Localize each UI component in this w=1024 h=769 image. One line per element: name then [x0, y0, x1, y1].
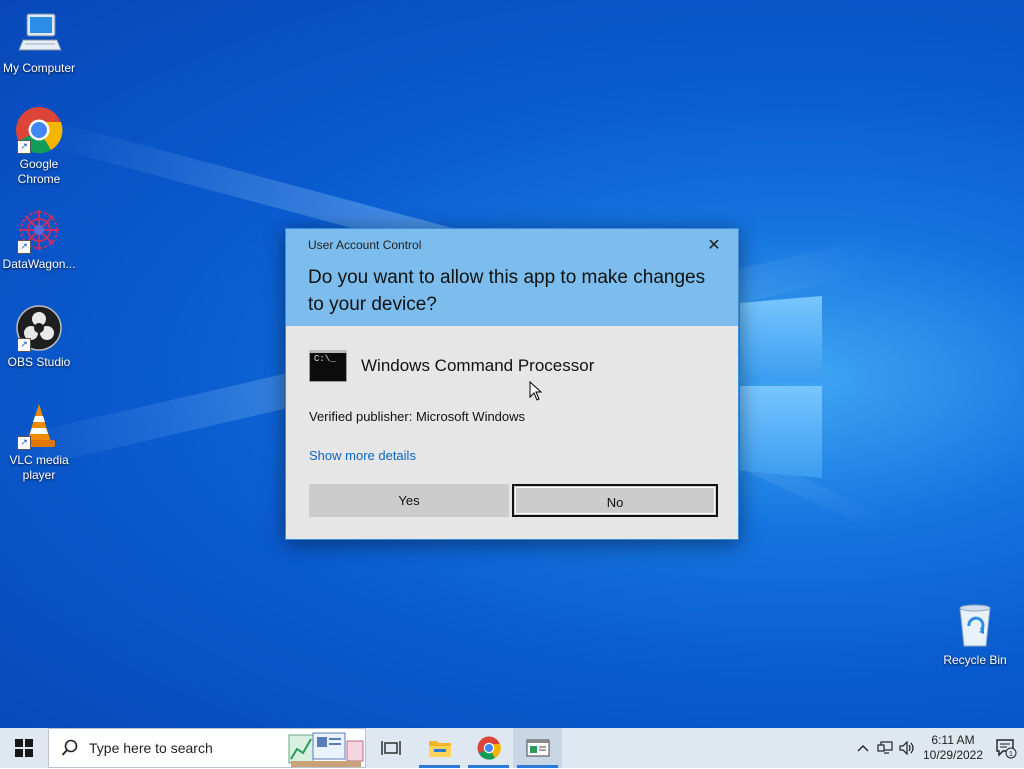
- action-center-button[interactable]: 1: [988, 728, 1024, 768]
- desktop-icon-label: VLC media player: [9, 453, 69, 482]
- uac-header: User Account Control ✕ Do you want to al…: [286, 229, 738, 326]
- desktop-icon-my-computer[interactable]: My Computer: [0, 10, 78, 76]
- mouse-cursor-icon: [529, 381, 543, 401]
- taskbar-command-prompt[interactable]: [513, 728, 562, 768]
- desktop-icon-recycle-bin[interactable]: Recycle Bin: [936, 602, 1014, 668]
- shortcut-arrow-icon: ↗: [17, 338, 31, 352]
- uac-question: Do you want to allow this app to make ch…: [308, 267, 706, 315]
- desktop-icon-obs-studio[interactable]: ↗ OBS Studio: [0, 304, 78, 370]
- chrome-icon: [477, 736, 501, 760]
- close-icon[interactable]: ✕: [704, 235, 724, 255]
- desktop-icon-label: Recycle Bin: [943, 653, 1007, 667]
- windows-logo-glow: [740, 288, 824, 480]
- desktop-icon-google-chrome[interactable]: ↗ Google Chrome: [0, 106, 78, 187]
- desktop-icon-label: OBS Studio: [7, 355, 71, 369]
- volume-icon[interactable]: [896, 728, 918, 768]
- clock-time: 6:11 AM: [931, 733, 975, 747]
- clock-date: 10/29/2022: [922, 748, 984, 762]
- no-button[interactable]: No: [512, 484, 718, 517]
- datawagon-icon: ↗: [15, 206, 63, 254]
- cmd-icon-text: C:\_: [314, 354, 336, 364]
- start-button[interactable]: [0, 728, 48, 768]
- recycle-bin-icon: [951, 602, 999, 650]
- network-icon[interactable]: [874, 728, 896, 768]
- shortcut-arrow-icon: ↗: [17, 140, 31, 154]
- desktop-icon-label: My Computer: [2, 61, 76, 75]
- search-placeholder: Type here to search: [89, 740, 213, 756]
- task-view-icon: [380, 741, 401, 755]
- search-highlight-illustration-icon: [288, 732, 364, 767]
- uac-dialog: User Account Control ✕ Do you want to al…: [285, 228, 739, 540]
- vlc-icon: ↗: [15, 402, 63, 450]
- desktop-icon-vlc-media-player[interactable]: ↗ VLC media player: [0, 402, 78, 483]
- chrome-icon: ↗: [15, 106, 63, 154]
- windows-start-icon: [15, 739, 33, 757]
- computer-icon: [15, 10, 63, 58]
- desktop-icon-label: DataWagon...: [2, 257, 76, 271]
- app-name: Windows Command Processor: [361, 356, 595, 375]
- taskbar-google-chrome[interactable]: [464, 728, 513, 768]
- notification-icon: 1: [996, 739, 1017, 759]
- system-tray: 6:11 AM 10/29/2022 1: [852, 728, 1024, 768]
- yes-button[interactable]: Yes: [309, 484, 509, 517]
- desktop-icon-datawagon[interactable]: ↗ DataWagon...: [0, 206, 78, 272]
- notification-count: 1: [1009, 751, 1013, 758]
- publisher-text: Verified publisher: Microsoft Windows: [309, 409, 526, 424]
- search-icon: [61, 739, 78, 756]
- taskbar: Type here to search 6:11 AM 10/29/2022 1: [0, 728, 1024, 768]
- file-explorer-icon: [428, 741, 451, 757]
- taskbar-clock[interactable]: 6:11 AM 10/29/2022: [918, 733, 988, 763]
- shortcut-arrow-icon: ↗: [17, 436, 31, 450]
- taskbar-search-box[interactable]: Type here to search: [48, 728, 366, 768]
- command-prompt-icon: C:\_: [309, 350, 347, 382]
- shortcut-arrow-icon: ↗: [17, 240, 31, 254]
- task-view-button[interactable]: [366, 728, 415, 768]
- desktop-icon-label: Google Chrome: [17, 157, 61, 186]
- command-prompt-icon: [526, 739, 549, 757]
- taskbar-file-explorer[interactable]: [415, 728, 464, 768]
- obs-icon: ↗: [15, 304, 63, 352]
- show-more-details-link[interactable]: Show more details: [309, 448, 416, 463]
- chevron-up-icon[interactable]: [852, 728, 874, 768]
- uac-title: User Account Control: [308, 238, 422, 252]
